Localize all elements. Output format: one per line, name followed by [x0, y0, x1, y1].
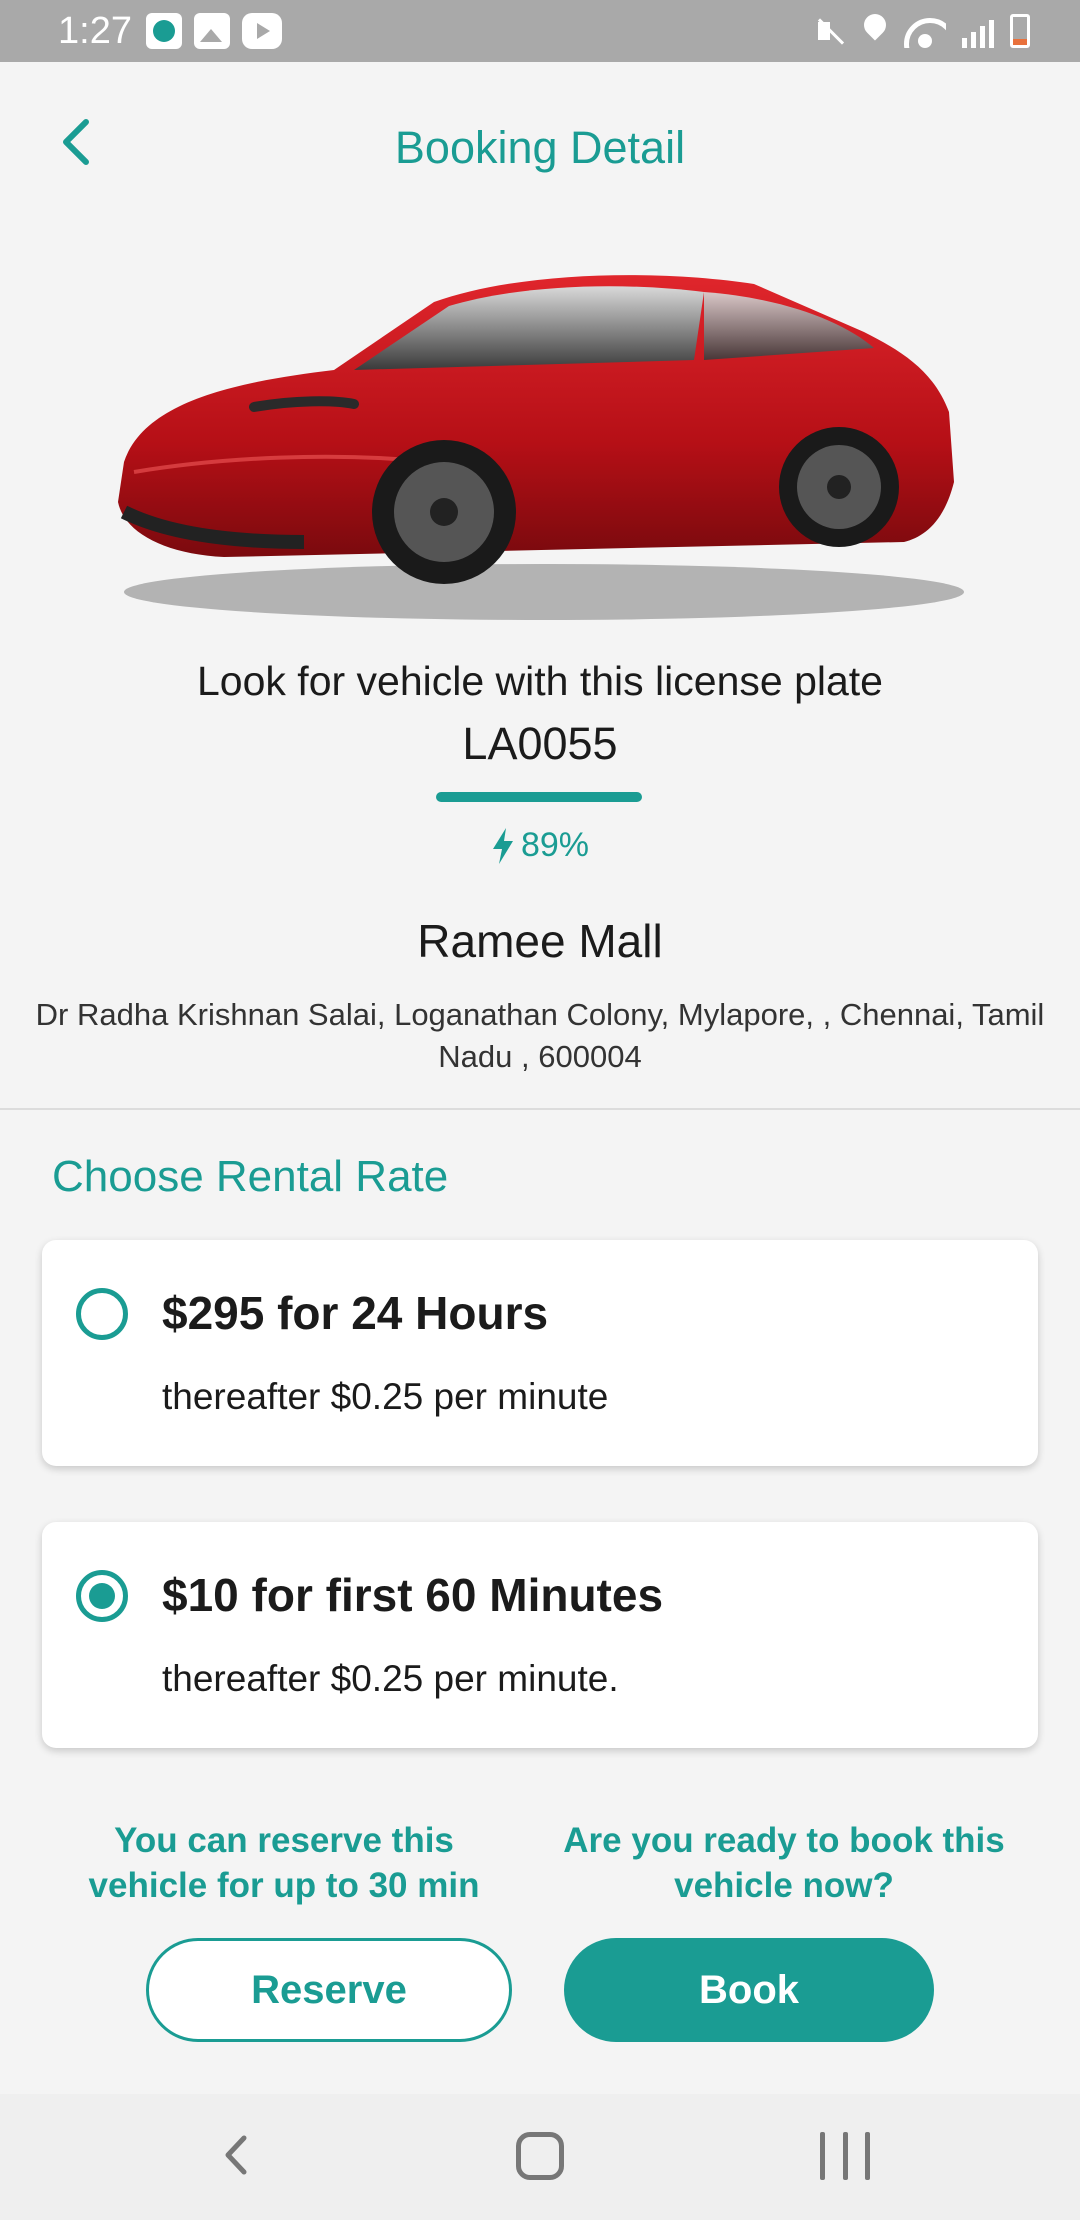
rate-title: $10 for first 60 Minutes	[162, 1569, 664, 1621]
location-icon	[862, 14, 888, 48]
page-title: Booking Detail	[394, 122, 686, 173]
notification-icons	[146, 13, 282, 49]
rate-option-60-minutes[interactable]: $10 for first 60 Minutes thereafter $0.2…	[42, 1522, 1038, 1748]
reserve-button[interactable]: Reserve	[146, 1938, 512, 2042]
gallery-notification-icon	[194, 13, 230, 49]
system-status-icons	[814, 14, 1030, 48]
reserve-hint: You can reserve this vehicle for up to 3…	[88, 1821, 480, 1905]
system-nav-bar	[0, 2094, 1080, 2220]
wifi-icon	[904, 14, 946, 48]
youtube-notification-icon	[242, 13, 282, 49]
lightning-bolt-icon	[492, 827, 513, 864]
rate-option-24-hours[interactable]: $295 for 24 Hours thereafter $0.25 per m…	[42, 1240, 1038, 1466]
battery-icon	[1010, 14, 1030, 48]
book-hint: Are you ready to book this vehicle now?	[563, 1821, 1005, 1905]
nav-recents-button[interactable]	[820, 2132, 870, 2180]
signal-icon	[962, 16, 994, 48]
car-image	[104, 262, 974, 628]
plate-caption: Look for vehicle with this license plate	[197, 658, 883, 704]
book-button[interactable]: Book	[564, 1938, 934, 2042]
status-bar: 1:27	[0, 0, 1080, 62]
battery-percent: 89%	[520, 826, 590, 864]
rate-title: $295 for 24 Hours	[162, 1287, 549, 1339]
license-plate: LA0055	[462, 718, 618, 769]
location-address: Dr Radha Krishnan Salai, Loganathan Colo…	[35, 997, 1045, 1074]
status-time: 1:27	[58, 10, 132, 52]
rate-subtitle: thereafter $0.25 per minute.	[162, 1658, 619, 1699]
section-title: Choose Rental Rate	[52, 1152, 449, 1201]
nav-back-icon	[225, 2135, 247, 2175]
divider	[0, 1108, 1080, 1110]
mute-icon	[814, 14, 846, 48]
plate-underline	[436, 792, 642, 802]
location-name: Ramee Mall	[417, 915, 663, 967]
header: Booking Detail	[0, 62, 1080, 212]
rate-subtitle: thereafter $0.25 per minute	[162, 1376, 609, 1417]
app-notification-icon	[146, 13, 182, 49]
radio-checked-icon[interactable]	[76, 1570, 128, 1622]
nav-home-button[interactable]	[516, 2132, 564, 2180]
battery-level: 89%	[0, 826, 1080, 865]
nav-back-button[interactable]	[214, 2130, 264, 2180]
radio-unchecked-icon[interactable]	[76, 1288, 128, 1340]
